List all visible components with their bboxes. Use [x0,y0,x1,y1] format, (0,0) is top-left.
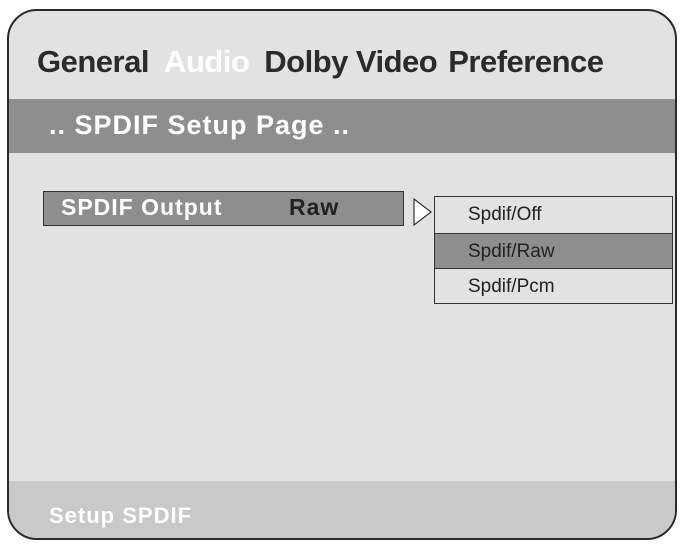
tab-video[interactable]: Video [356,44,438,80]
status-bar: Setup SPDIF [9,481,675,538]
status-text: Setup SPDIF [49,503,193,528]
spdif-output-setting[interactable]: SPDIF Output Raw [43,191,404,226]
menu-tabs: General Audio Dolby Video Preference [37,44,604,80]
option-spdif-pcm[interactable]: Spdif/Pcm [435,269,672,305]
setting-value: Raw [289,194,340,220]
tab-dolby[interactable]: Dolby [264,44,348,80]
tab-preference[interactable]: Preference [448,44,604,80]
option-spdif-raw[interactable]: Spdif/Raw [435,233,672,269]
spdif-options-dropdown: Spdif/Off Spdif/Raw Spdif/Pcm [434,196,673,304]
triangle-right-icon [413,198,432,226]
page-title-bar: .. SPDIF Setup Page .. [9,99,675,153]
tab-general[interactable]: General [37,44,149,80]
tab-audio[interactable]: Audio [164,44,250,80]
option-spdif-off[interactable]: Spdif/Off [435,197,672,233]
setting-label: SPDIF Output [61,194,223,220]
osd-menu-frame: General Audio Dolby Video Preference .. … [7,9,677,540]
page-title: .. SPDIF Setup Page .. [49,110,351,140]
